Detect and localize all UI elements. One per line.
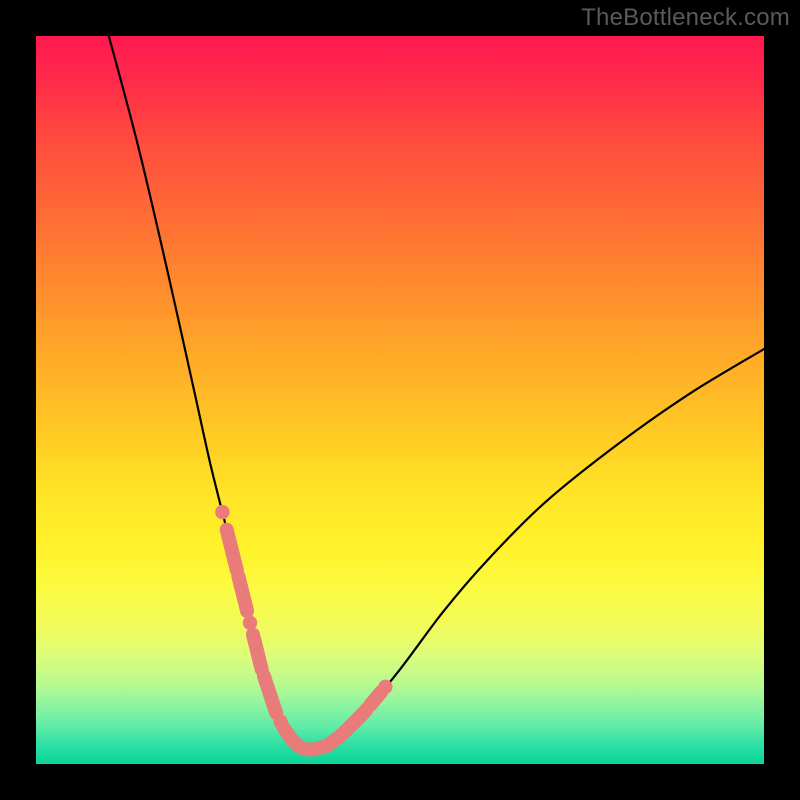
curve-path (109, 36, 764, 750)
chart-plot-area (36, 36, 764, 764)
curve-highlight-beads (215, 505, 392, 757)
bead-segment (264, 676, 276, 713)
bead-segment (373, 692, 381, 702)
bottleneck-curve (36, 36, 764, 764)
bead-segment (238, 576, 247, 611)
bead-segment (358, 710, 367, 719)
bead-dot (215, 505, 229, 519)
watermark-text: TheBottleneck.com (581, 4, 790, 32)
bead-segment (253, 634, 262, 669)
bead-dot (378, 680, 392, 694)
bead-segment (227, 530, 237, 571)
